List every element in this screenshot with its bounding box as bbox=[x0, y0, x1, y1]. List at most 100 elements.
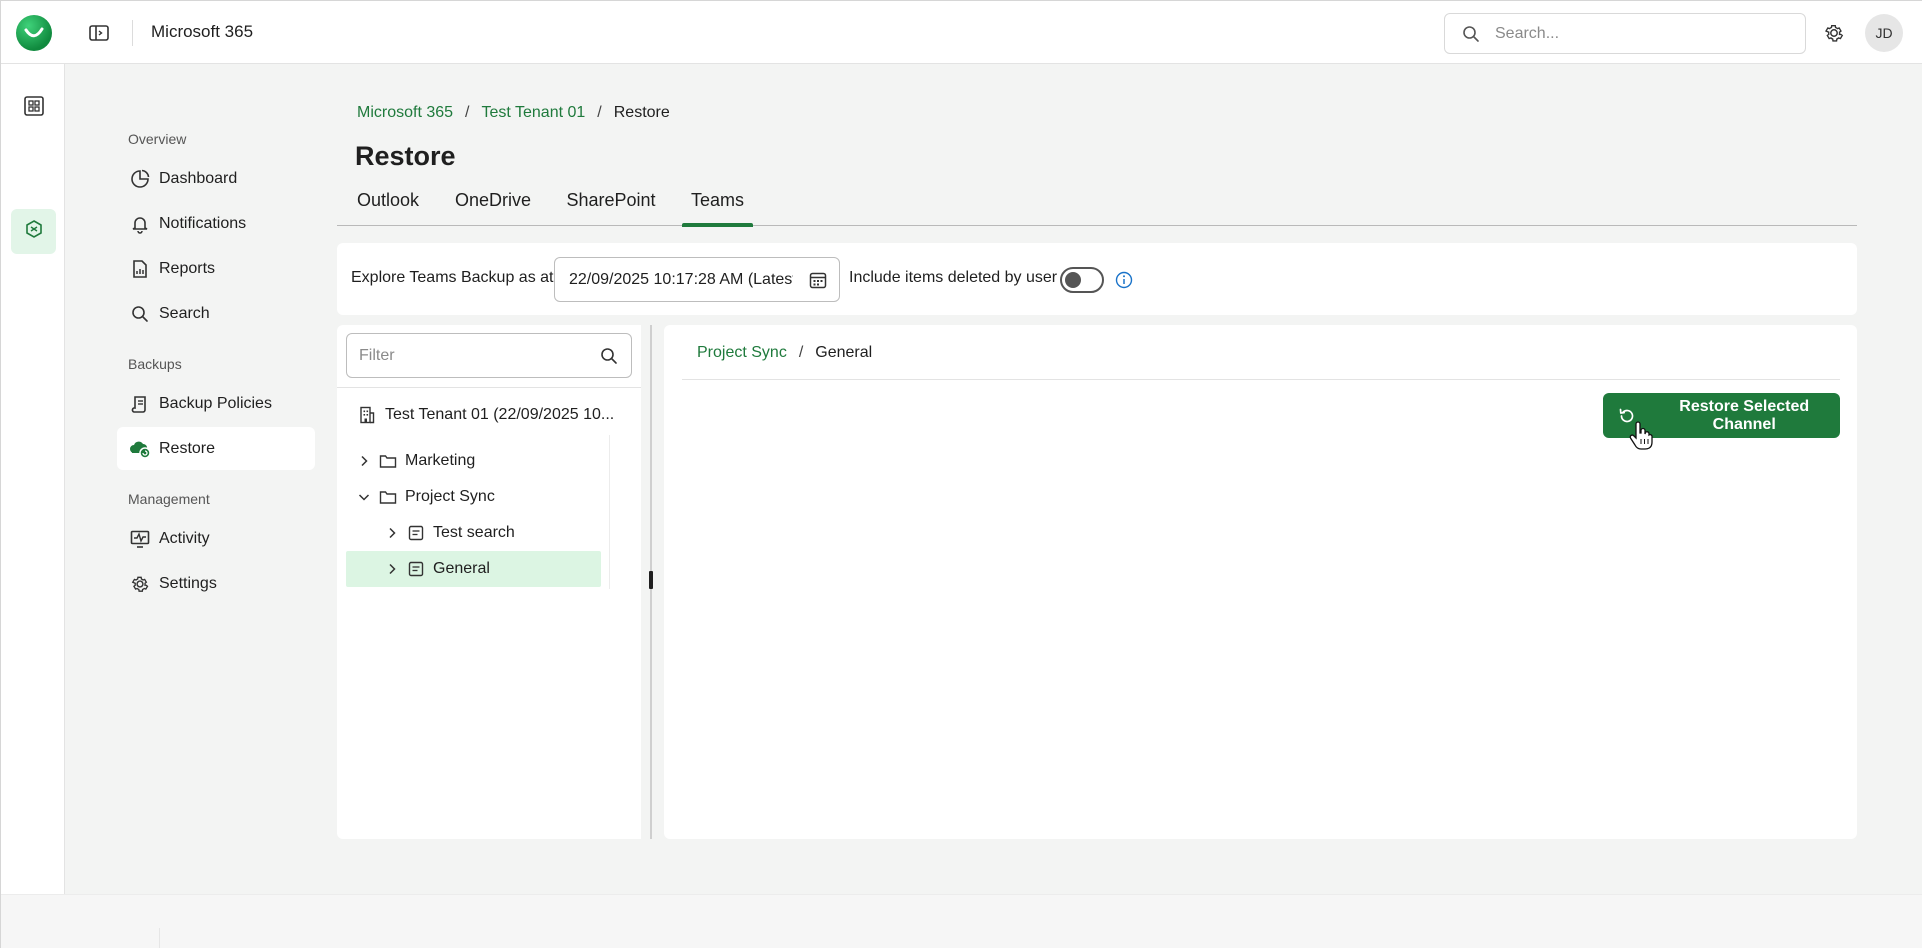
channel-breadcrumb-current: General bbox=[815, 344, 873, 361]
nav-item-label: Settings bbox=[159, 574, 217, 592]
top-bar: Microsoft 365 JD bbox=[1, 1, 1922, 64]
bell-icon bbox=[129, 213, 151, 235]
nav-section-backups: Backups bbox=[128, 356, 182, 372]
search-icon bbox=[1461, 24, 1481, 44]
tab-onedrive[interactable]: OneDrive bbox=[454, 186, 532, 226]
tree-filter[interactable] bbox=[346, 333, 632, 378]
tree-divider bbox=[337, 387, 641, 388]
nav-item-activity[interactable]: Activity bbox=[117, 517, 315, 560]
chevron-right-icon[interactable] bbox=[382, 523, 402, 543]
dashboard-icon bbox=[129, 168, 151, 190]
nav-item-label: Backup Policies bbox=[159, 394, 272, 412]
include-deleted-label: Include items deleted by user bbox=[849, 269, 1058, 286]
channel-icon bbox=[406, 559, 426, 579]
channel-content-panel: Project Sync / General Restore Selected … bbox=[664, 325, 1857, 839]
nav-section-management: Management bbox=[128, 491, 210, 507]
calendar-icon[interactable] bbox=[807, 269, 829, 291]
breadcrumb-separator: / bbox=[597, 104, 602, 121]
tab-outlook[interactable]: Outlook bbox=[355, 186, 421, 226]
tree-node-label: Project Sync bbox=[405, 488, 495, 505]
nav-item-label: Activity bbox=[159, 529, 210, 547]
apps-grid-icon bbox=[23, 96, 44, 121]
tree-node-label: Marketing bbox=[405, 452, 476, 469]
gear-icon bbox=[129, 573, 151, 595]
tree-node-project-sync[interactable]: Project Sync bbox=[354, 479, 495, 515]
nav-item-notifications[interactable]: Notifications bbox=[117, 202, 315, 245]
nav-item-label: Reports bbox=[159, 259, 216, 277]
app-title: Microsoft 365 bbox=[151, 22, 254, 41]
tree-scroll-edge bbox=[609, 435, 610, 589]
restore-button-label: Restore Selected Channel bbox=[1679, 397, 1810, 433]
nav-item-label: Search bbox=[159, 304, 210, 322]
nav-item-label: Restore bbox=[159, 439, 216, 457]
breadcrumb-link-tenant[interactable]: Test Tenant 01 bbox=[482, 104, 586, 122]
backup-date-picker[interactable]: 22/09/2025 10:17:28 AM (Latest) bbox=[554, 257, 840, 302]
info-icon[interactable] bbox=[1114, 270, 1134, 290]
breadcrumb-separator: / bbox=[465, 104, 470, 121]
toggle-knob bbox=[1065, 272, 1081, 288]
nav-section-overview: Overview bbox=[128, 131, 187, 147]
nav-item-search[interactable]: Search bbox=[117, 292, 315, 335]
tree-node-label: General bbox=[433, 560, 490, 577]
explore-label: Explore Teams Backup as at bbox=[351, 269, 554, 286]
bottom-divider bbox=[159, 928, 160, 948]
rail-apps-button[interactable] bbox=[11, 86, 56, 131]
tree-filter-input[interactable] bbox=[359, 346, 589, 365]
hand-cursor-icon bbox=[1628, 421, 1654, 451]
include-deleted-toggle[interactable] bbox=[1060, 267, 1104, 293]
backup-date-value: 22/09/2025 10:17:28 AM (Latest) bbox=[569, 270, 793, 288]
nav-item-reports[interactable]: Reports bbox=[117, 247, 315, 290]
cloud-restore-icon bbox=[129, 438, 151, 460]
rail-m365-button[interactable] bbox=[11, 209, 56, 254]
channel-breadcrumb: Project Sync / General bbox=[697, 344, 872, 362]
chevron-right-icon[interactable] bbox=[382, 559, 402, 579]
content-divider bbox=[682, 379, 1840, 380]
sidebar-toggle-icon[interactable] bbox=[87, 21, 111, 45]
nav-item-label: Dashboard bbox=[159, 169, 238, 187]
search-icon[interactable] bbox=[599, 346, 619, 366]
app-rail bbox=[1, 64, 65, 948]
tab-sharepoint[interactable]: SharePoint bbox=[565, 186, 657, 226]
breadcrumb-separator: / bbox=[798, 344, 804, 361]
breadcrumb: Microsoft 365 / Test Tenant 01 / Restore bbox=[357, 104, 670, 122]
chevron-right-icon[interactable] bbox=[354, 451, 374, 471]
report-icon bbox=[129, 258, 151, 280]
global-search-input[interactable] bbox=[1495, 24, 1785, 43]
tree-root-tenant[interactable]: Test Tenant 01 (22/09/2025 10... bbox=[357, 397, 614, 433]
global-search[interactable] bbox=[1444, 13, 1806, 54]
app-logo-icon[interactable] bbox=[16, 15, 52, 51]
tree-root-label: Test Tenant 01 (22/09/2025 10... bbox=[385, 406, 615, 423]
policy-icon bbox=[129, 393, 151, 415]
folder-icon bbox=[378, 451, 398, 471]
folder-icon bbox=[378, 487, 398, 507]
nav-item-restore[interactable]: Restore bbox=[117, 427, 315, 470]
nav-item-dashboard[interactable]: Dashboard bbox=[117, 157, 315, 200]
breadcrumb-link-m365[interactable]: Microsoft 365 bbox=[357, 104, 453, 122]
tab-teams[interactable]: Teams bbox=[682, 186, 753, 227]
splitter-handle[interactable] bbox=[649, 571, 653, 589]
backup-toolbar: Explore Teams Backup as at 22/09/2025 10… bbox=[337, 243, 1857, 315]
breadcrumb-current: Restore bbox=[613, 104, 670, 121]
channel-breadcrumb-link[interactable]: Project Sync bbox=[697, 344, 787, 362]
nav-item-backup-policies[interactable]: Backup Policies bbox=[117, 382, 315, 425]
nav-item-label: Notifications bbox=[159, 214, 247, 232]
tree-node-test-search[interactable]: Test search bbox=[382, 515, 515, 551]
settings-gear-icon[interactable] bbox=[1822, 21, 1846, 45]
user-avatar[interactable]: JD bbox=[1865, 14, 1903, 52]
page-title: Restore bbox=[355, 141, 456, 171]
tree-node-general[interactable]: General bbox=[346, 551, 601, 587]
topbar-divider bbox=[132, 20, 133, 46]
teams-tree-panel: Test Tenant 01 (22/09/2025 10... Marketi… bbox=[337, 325, 641, 839]
tree-node-label: Test search bbox=[433, 524, 515, 541]
search-icon bbox=[129, 303, 151, 325]
service-tabs: Outlook OneDrive SharePoint Teams bbox=[337, 186, 1857, 227]
nav-item-settings[interactable]: Settings bbox=[117, 562, 315, 605]
m365-logo-icon bbox=[24, 219, 44, 244]
tree-node-marketing[interactable]: Marketing bbox=[354, 443, 475, 479]
chevron-down-icon[interactable] bbox=[354, 487, 374, 507]
channel-icon bbox=[406, 523, 426, 543]
building-icon bbox=[357, 405, 377, 425]
activity-icon bbox=[129, 528, 151, 550]
bottom-strip bbox=[1, 894, 1922, 948]
app-window: Microsoft 365 JD Overview bbox=[0, 0, 1922, 948]
